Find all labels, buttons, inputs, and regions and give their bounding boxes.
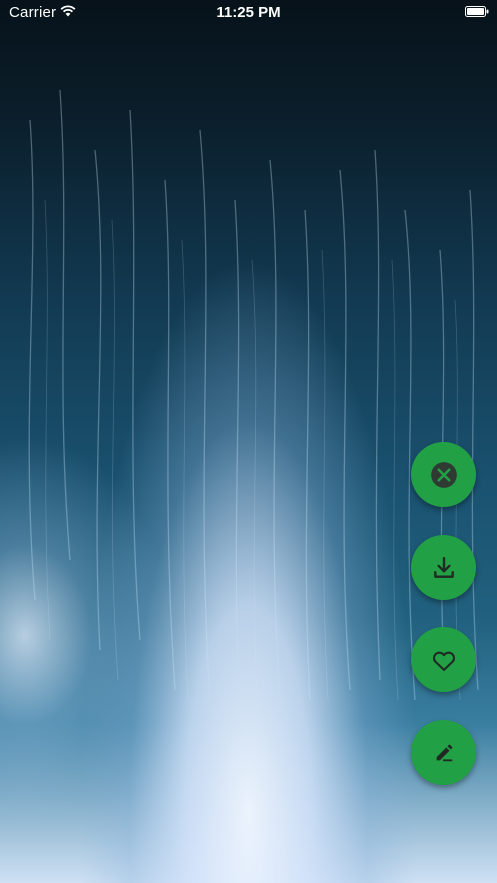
close-button[interactable] <box>411 442 476 507</box>
download-button[interactable] <box>411 535 476 600</box>
battery-icon <box>465 6 489 17</box>
close-circle-icon <box>430 461 457 488</box>
edit-button[interactable] <box>411 720 476 785</box>
heart-outline-icon <box>432 651 455 671</box>
edit-pencil-icon <box>436 744 452 761</box>
favorite-button[interactable] <box>411 627 476 692</box>
status-time: 11:25 PM <box>216 4 281 21</box>
download-icon <box>433 556 454 578</box>
wallpaper-viewer-screen: Carrier 11:25 PM <box>0 0 497 883</box>
status-bar: Carrier 11:25 PM <box>0 0 497 26</box>
